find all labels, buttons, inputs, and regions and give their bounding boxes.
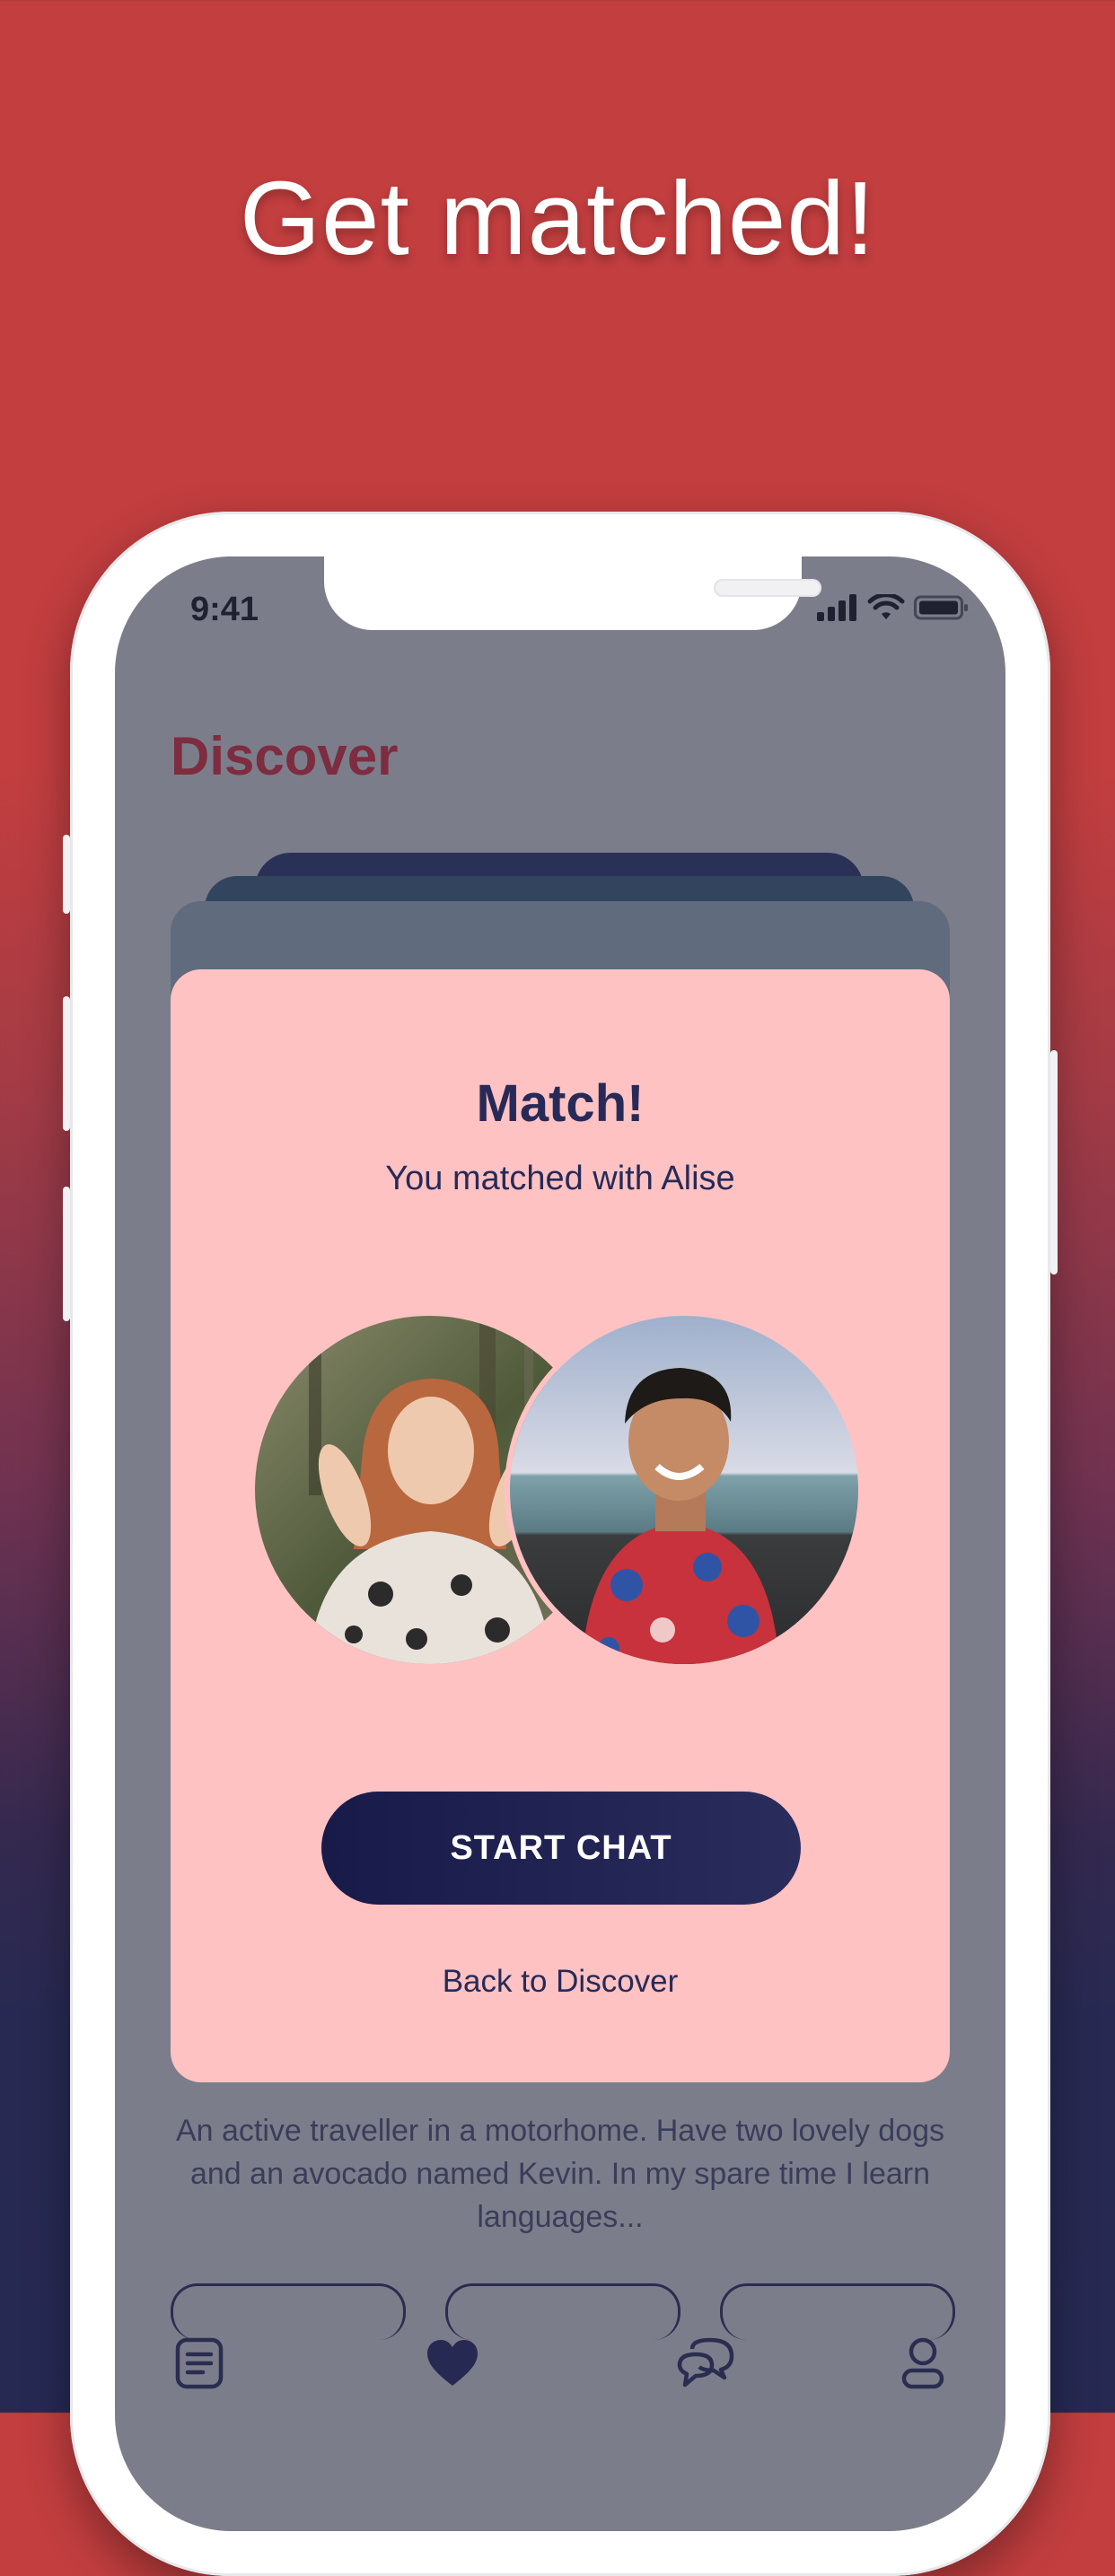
battery-icon [914, 594, 970, 626]
headline: Get matched! [239, 160, 876, 276]
tab-bar [115, 2329, 1005, 2437]
volume-up-button [63, 996, 70, 1131]
page-title: Discover [171, 726, 399, 786]
status-icons [817, 592, 970, 626]
volume-down-button [63, 1187, 70, 1321]
signal-icon [817, 594, 858, 626]
start-chat-button[interactable]: START CHAT [321, 1792, 801, 1905]
back-to-discover-link[interactable]: Back to Discover [171, 1964, 950, 2000]
match-subtitle: You matched with Alise [385, 1160, 735, 1197]
speaker-grille [714, 579, 821, 597]
tab-profile[interactable] [887, 2329, 959, 2401]
tab-feed[interactable] [163, 2329, 235, 2401]
profile-icon [900, 2336, 945, 2395]
match-card: Match! You matched with Alise START CHAT… [171, 969, 950, 2082]
notch [324, 556, 821, 630]
profile-bio: An active traveller in a motorhome. Have… [175, 2114, 945, 2234]
match-title: Match! [476, 1074, 645, 1133]
heart-icon [426, 2339, 479, 2392]
phone-frame: 9:41 Discover Match! You matched with Al… [63, 512, 1058, 2576]
man-avatar [510, 1316, 858, 1664]
status-time: 9:41 [190, 591, 259, 628]
app-screen: 9:41 Discover Match! You matched with Al… [115, 556, 1005, 2531]
power-button [1050, 1050, 1058, 1275]
chat-icon [676, 2336, 735, 2395]
tab-chats[interactable] [670, 2329, 742, 2401]
feed-icon [174, 2336, 224, 2395]
tab-discover[interactable] [417, 2329, 488, 2401]
mute-switch [63, 835, 70, 914]
wifi-icon [867, 592, 905, 626]
